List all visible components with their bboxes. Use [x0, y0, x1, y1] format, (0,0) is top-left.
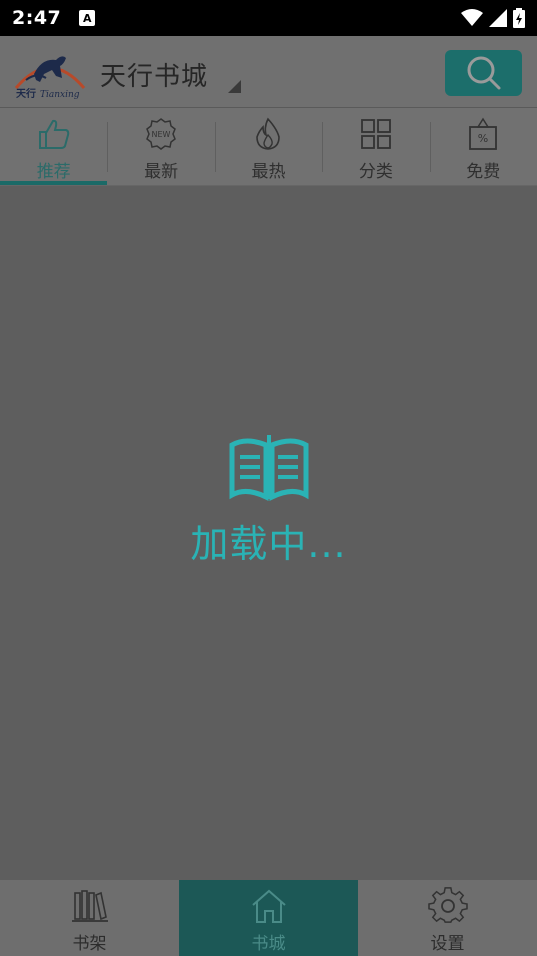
search-icon — [467, 56, 500, 90]
tianxing-logo[interactable]: 天行 Tianxing — [12, 44, 88, 100]
nav-label: 设置 — [430, 934, 465, 954]
content-area: 加载中... — [0, 186, 537, 880]
app-title[interactable]: 天行书城 — [100, 56, 208, 93]
discount-tag-icon: % — [469, 117, 498, 150]
tab-label: 推荐 — [36, 162, 71, 182]
tab-free[interactable]: % 免费 — [429, 108, 537, 185]
svg-text:Tianxing: Tianxing — [40, 90, 80, 100]
dropdown-caret-icon[interactable] — [228, 80, 241, 93]
tab-hottest[interactable]: 最热 — [214, 108, 322, 185]
svg-text:天行: 天行 — [16, 87, 36, 100]
status-indicators — [461, 8, 525, 28]
search-button[interactable] — [445, 50, 522, 96]
gear-icon — [427, 887, 468, 923]
notification-icon: A — [79, 10, 96, 26]
open-book-icon — [229, 435, 308, 502]
status-bar: 2:47 A — [0, 0, 537, 36]
grid-icon — [360, 119, 391, 149]
nav-bookstore[interactable]: 书城 — [179, 880, 358, 956]
svg-text:%: % — [478, 132, 488, 145]
nav-label: 书架 — [72, 934, 107, 954]
nav-bookshelf[interactable]: 书架 — [0, 880, 179, 956]
category-tabs: 推荐 NEW 最新 最热 分类 % 免费 — [0, 108, 537, 186]
tab-label: 最新 — [144, 162, 179, 182]
battery-icon — [513, 8, 525, 28]
wifi-icon — [461, 9, 483, 26]
loading-text: 加载中... — [190, 522, 347, 566]
bottom-nav: 书架 书城 设置 — [0, 880, 537, 956]
tab-recommend[interactable]: 推荐 — [0, 108, 108, 185]
new-badge-icon: NEW — [146, 118, 176, 150]
nav-settings[interactable]: 设置 — [358, 880, 537, 956]
loading-indicator: 加载中... — [0, 431, 537, 568]
svg-text:NEW: NEW — [152, 130, 171, 139]
tab-label: 分类 — [358, 162, 393, 182]
tab-label: 免费 — [466, 162, 501, 182]
status-time: 2:47 — [12, 7, 62, 29]
tab-category[interactable]: 分类 — [322, 108, 429, 185]
bookshelf-icon — [71, 890, 108, 922]
tab-label: 最热 — [251, 162, 286, 182]
flame-icon — [256, 117, 281, 150]
tab-newest[interactable]: NEW 最新 — [107, 108, 214, 185]
nav-label: 书城 — [251, 934, 286, 954]
app-header: 天行 Tianxing 天行书城 — [0, 36, 537, 108]
thumbs-up-icon — [38, 119, 69, 149]
home-icon — [251, 889, 286, 923]
signal-icon — [489, 9, 507, 27]
